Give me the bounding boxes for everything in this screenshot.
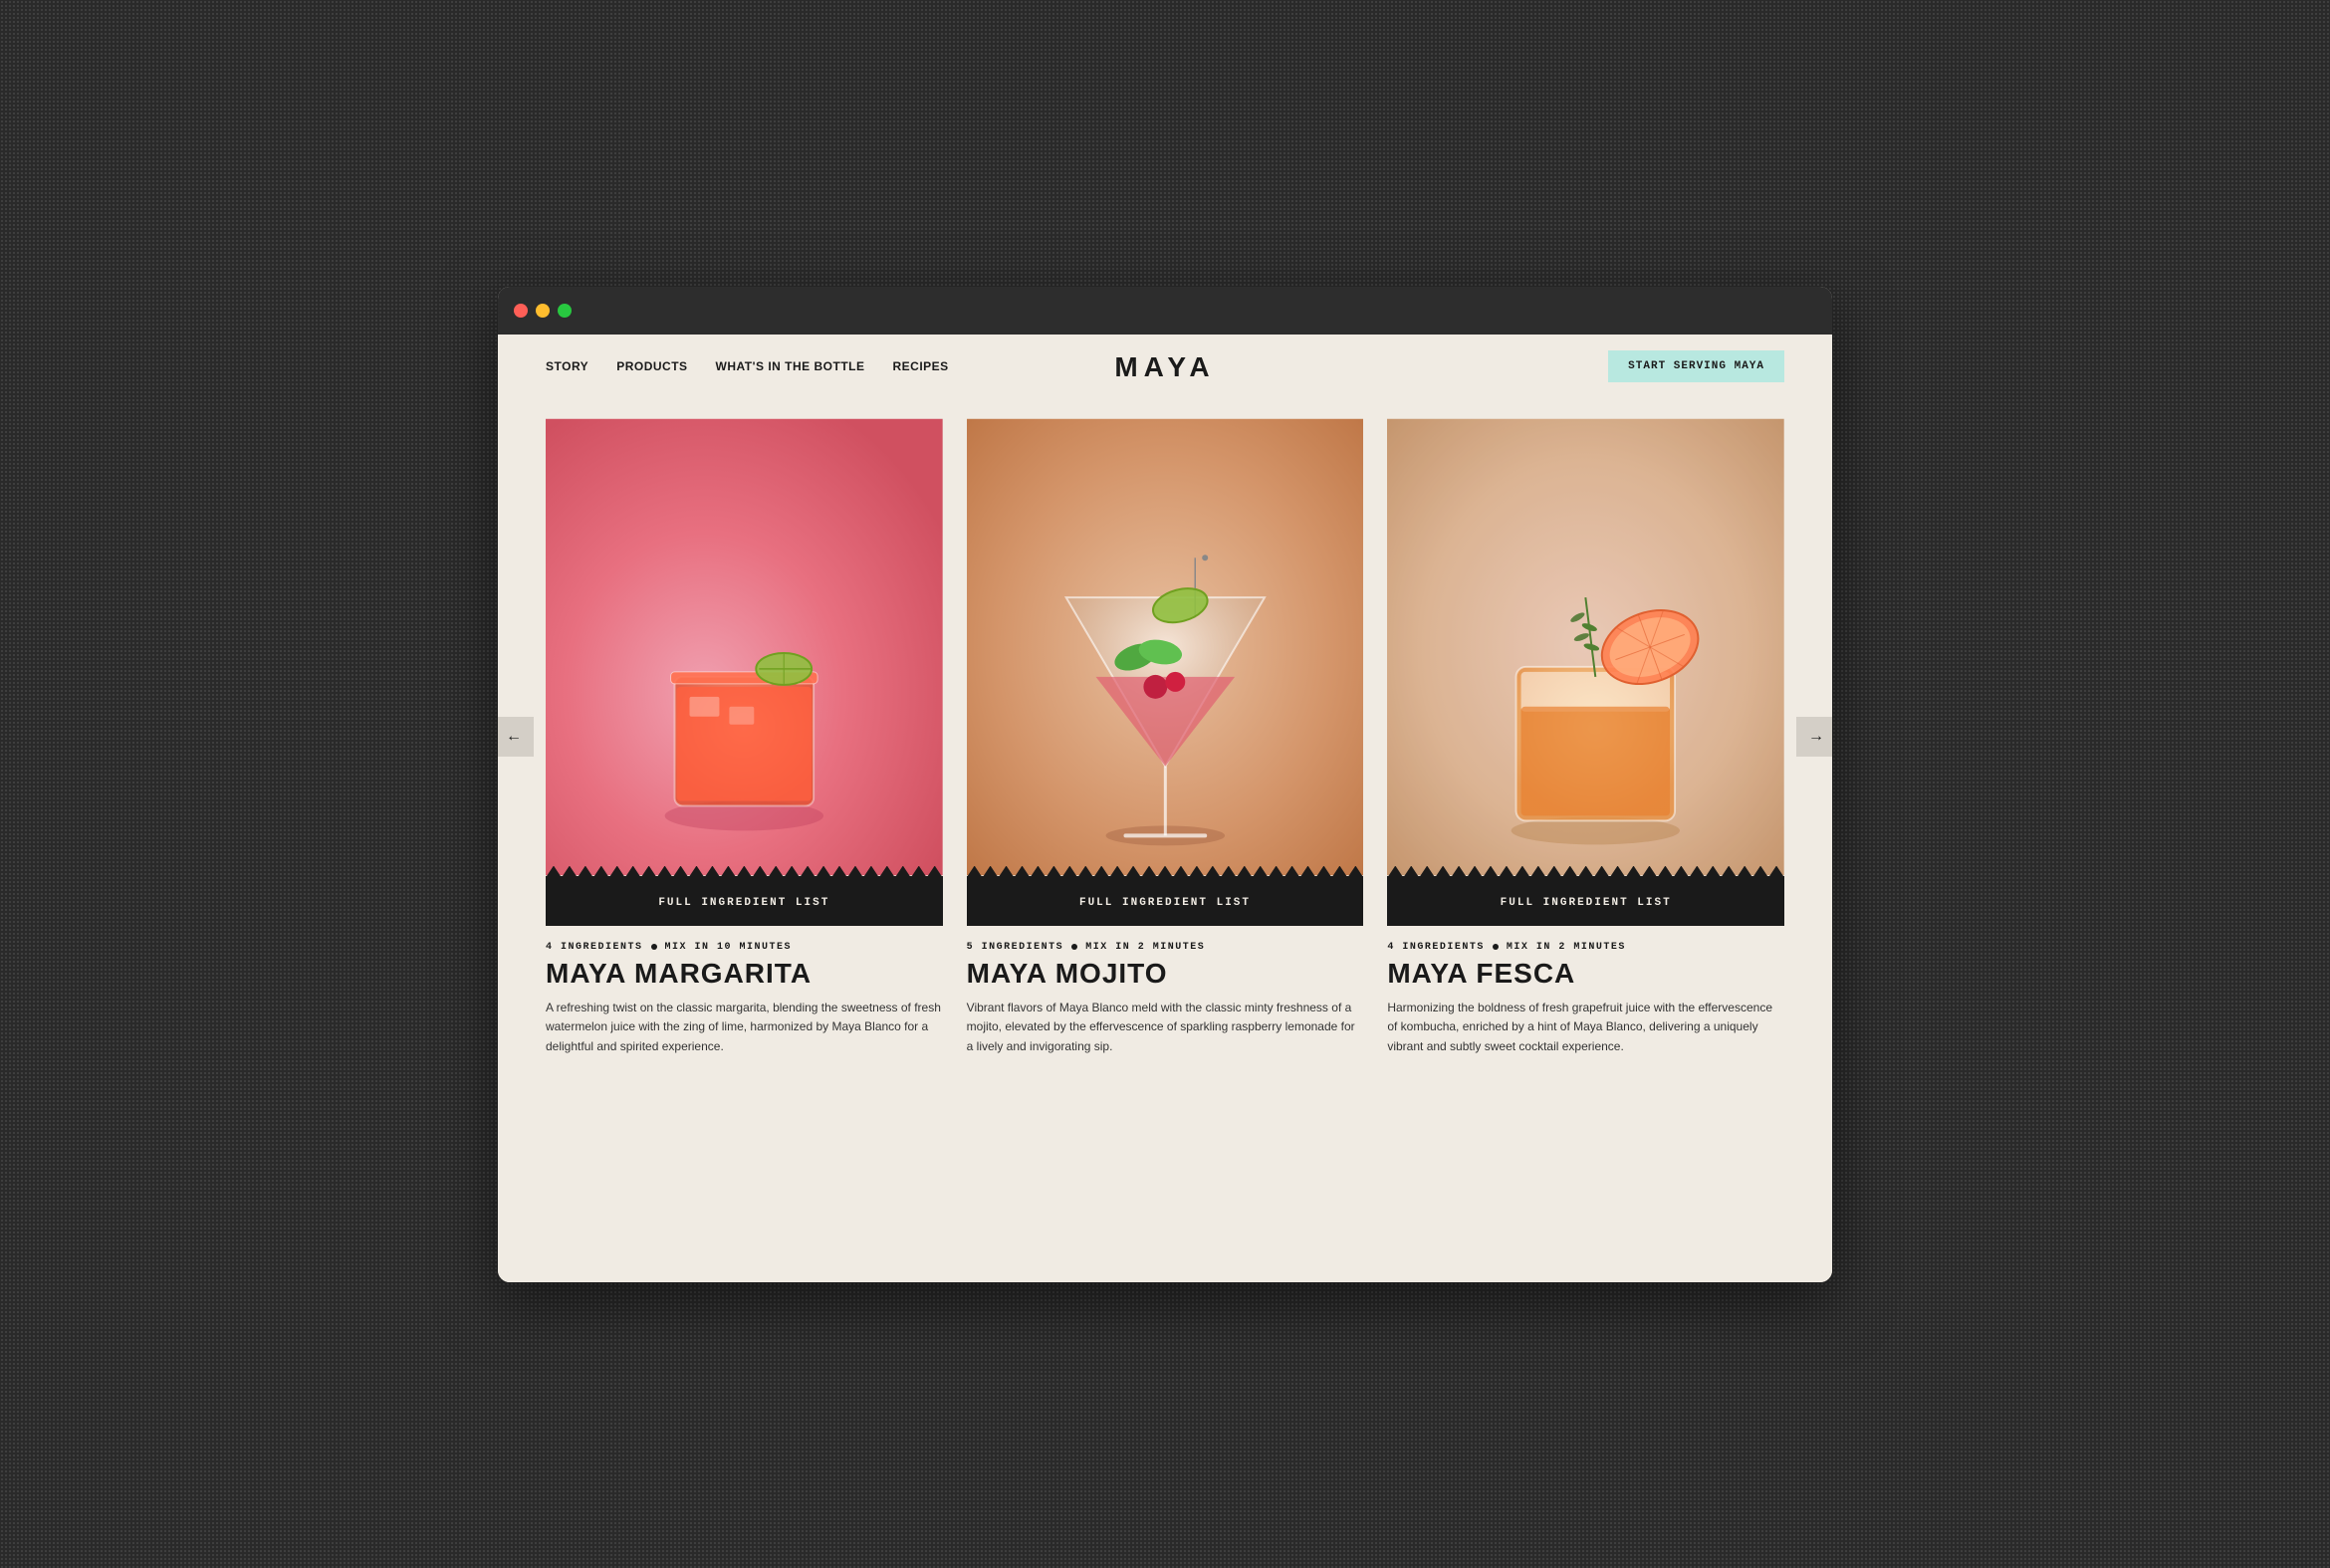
- card-footer-fesca[interactable]: FULL INGREDIENT LIST: [1387, 876, 1784, 926]
- card-meta-3: 4 INGREDIENTS MIX IN 2 MINUTES: [1387, 942, 1784, 953]
- meta-dot-2: [1071, 944, 1077, 950]
- card-image-margarita: [546, 418, 943, 876]
- close-button[interactable]: [514, 304, 528, 318]
- ingredients-count-3: 4 INGREDIENTS: [1387, 942, 1485, 953]
- ingredient-list-label-2: FULL INGREDIENT LIST: [1079, 897, 1251, 909]
- meta-dot-3: [1493, 944, 1499, 950]
- card-info-mojito: 5 INGREDIENTS MIX IN 2 MINUTES MAYA MOJI…: [967, 926, 1364, 1056]
- card-description-2: Vibrant flavors of Maya Blanco meld with…: [967, 999, 1364, 1056]
- meta-dot-1: [651, 944, 657, 950]
- nav-links: STORY PRODUCTS WHAT'S IN THE BOTTLE RECI…: [546, 359, 949, 373]
- next-arrow[interactable]: →: [1796, 717, 1832, 757]
- cta-button[interactable]: START SERVING MAYA: [1608, 350, 1784, 382]
- browser-window: STORY PRODUCTS WHAT'S IN THE BOTTLE RECI…: [498, 287, 1832, 1282]
- card-image-mojito: [967, 418, 1364, 876]
- card-image-fesca: [1387, 418, 1784, 876]
- card-footer-margarita[interactable]: FULL INGREDIENT LIST: [546, 876, 943, 926]
- card-margarita: FULL INGREDIENT LIST 4 INGREDIENTS MIX I…: [546, 418, 943, 1056]
- nav-link-whats-in-bottle[interactable]: WHAT'S IN THE BOTTLE: [716, 359, 865, 373]
- cocktail-illustration-1: [546, 418, 943, 876]
- browser-body: STORY PRODUCTS WHAT'S IN THE BOTTLE RECI…: [498, 335, 1832, 1282]
- card-footer-mojito[interactable]: FULL INGREDIENT LIST: [967, 876, 1364, 926]
- cards-grid: FULL INGREDIENT LIST 4 INGREDIENTS MIX I…: [546, 418, 1784, 1056]
- minimize-button[interactable]: [536, 304, 550, 318]
- cocktail-illustration-2: [967, 418, 1364, 876]
- card-meta-1: 4 INGREDIENTS MIX IN 10 MINUTES: [546, 942, 943, 953]
- mix-time-1: MIX IN 10 MINUTES: [665, 942, 793, 953]
- nav-link-products[interactable]: PRODUCTS: [616, 359, 687, 373]
- card-meta-2: 5 INGREDIENTS MIX IN 2 MINUTES: [967, 942, 1364, 953]
- prev-arrow[interactable]: ←: [498, 717, 534, 757]
- ingredients-count-1: 4 INGREDIENTS: [546, 942, 643, 953]
- card-title-2: MAYA MOJITO: [967, 959, 1364, 990]
- navbar: STORY PRODUCTS WHAT'S IN THE BOTTLE RECI…: [498, 335, 1832, 398]
- main-content: ←: [498, 398, 1832, 1086]
- maximize-button[interactable]: [558, 304, 572, 318]
- nav-link-story[interactable]: STORY: [546, 359, 588, 373]
- card-title-3: MAYA FESCA: [1387, 959, 1784, 990]
- ingredients-count-2: 5 INGREDIENTS: [967, 942, 1064, 953]
- card-description-1: A refreshing twist on the classic margar…: [546, 999, 943, 1056]
- nav-link-recipes[interactable]: RECIPES: [892, 359, 948, 373]
- mix-time-3: MIX IN 2 MINUTES: [1507, 942, 1626, 953]
- mix-time-2: MIX IN 2 MINUTES: [1085, 942, 1205, 953]
- ingredient-list-label-1: FULL INGREDIENT LIST: [658, 897, 829, 909]
- slider-container: ←: [546, 418, 1784, 1056]
- card-description-3: Harmonizing the boldness of fresh grapef…: [1387, 999, 1784, 1056]
- site-logo: MAYA: [1114, 347, 1215, 384]
- browser-chrome: [498, 287, 1832, 335]
- card-fesca: FULL INGREDIENT LIST 4 INGREDIENTS MIX I…: [1387, 418, 1784, 1056]
- ingredient-list-label-3: FULL INGREDIENT LIST: [1501, 897, 1672, 909]
- cocktail-illustration-3: [1387, 418, 1784, 876]
- card-info-margarita: 4 INGREDIENTS MIX IN 10 MINUTES MAYA MAR…: [546, 926, 943, 1056]
- card-mojito: FULL INGREDIENT LIST 5 INGREDIENTS MIX I…: [967, 418, 1364, 1056]
- card-title-1: MAYA MARGARITA: [546, 959, 943, 990]
- card-info-fesca: 4 INGREDIENTS MIX IN 2 MINUTES MAYA FESC…: [1387, 926, 1784, 1056]
